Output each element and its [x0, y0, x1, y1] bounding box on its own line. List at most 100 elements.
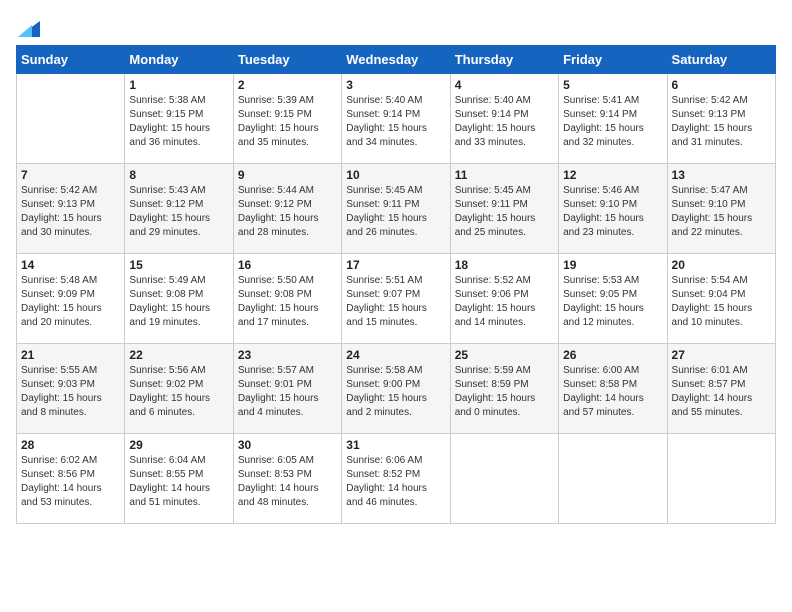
day-number: 15	[129, 258, 228, 272]
calendar-week-row: 7 Sunrise: 5:42 AM Sunset: 9:13 PM Daylig…	[17, 164, 776, 254]
calendar-week-row: 14Sunrise: 5:48 AM Sunset: 9:09 PM Dayli…	[17, 254, 776, 344]
day-info: Sunrise: 5:39 AM Sunset: 9:15 PM Dayligh…	[238, 94, 337, 150]
calendar-cell: 23Sunrise: 5:57 AM Sunset: 9:01 PM Dayli…	[233, 344, 341, 434]
calendar-cell	[667, 434, 775, 524]
calendar-cell: 4 Sunrise: 5:40 AM Sunset: 9:14 PM Daylig…	[450, 74, 558, 164]
day-number: 1	[129, 78, 228, 92]
logo	[16, 16, 40, 39]
day-number: 31	[346, 438, 445, 452]
day-number: 26	[563, 348, 662, 362]
day-number: 11	[455, 168, 554, 182]
calendar-cell: 28 Sunrise: 6:02 AM Sunset: 8:56 PM Dayli…	[17, 434, 125, 524]
logo-text	[16, 16, 40, 39]
day-info: Sunrise: 6:00 AM Sunset: 8:58 PM Dayligh…	[563, 364, 662, 420]
day-info: Sunrise: 5:55 AM Sunset: 9:03 PM Dayligh…	[21, 364, 120, 420]
calendar-cell: 13 Sunrise: 5:47 AM Sunset: 9:10 PM Dayli…	[667, 164, 775, 254]
day-number: 21	[21, 348, 120, 362]
day-number: 23	[238, 348, 337, 362]
day-info: Sunrise: 5:59 AM Sunset: 8:59 PM Dayligh…	[455, 364, 554, 420]
calendar-cell: 18 Sunrise: 5:52 AM Sunset: 9:06 PM Dayli…	[450, 254, 558, 344]
day-number: 16	[238, 258, 337, 272]
day-info: Sunrise: 5:45 AM Sunset: 9:11 PM Dayligh…	[455, 184, 554, 240]
day-info: Sunrise: 5:42 AM Sunset: 9:13 PM Dayligh…	[21, 184, 120, 240]
calendar-cell: 8Sunrise: 5:43 AM Sunset: 9:12 PM Daylig…	[125, 164, 233, 254]
calendar-cell: 27 Sunrise: 6:01 AM Sunset: 8:57 PM Dayli…	[667, 344, 775, 434]
calendar-cell: 11 Sunrise: 5:45 AM Sunset: 9:11 PM Dayli…	[450, 164, 558, 254]
day-info: Sunrise: 6:01 AM Sunset: 8:57 PM Dayligh…	[672, 364, 771, 420]
day-info: Sunrise: 5:56 AM Sunset: 9:02 PM Dayligh…	[129, 364, 228, 420]
logo-icon	[18, 21, 40, 37]
day-info: Sunrise: 6:05 AM Sunset: 8:53 PM Dayligh…	[238, 454, 337, 510]
day-info: Sunrise: 5:43 AM Sunset: 9:12 PM Dayligh…	[129, 184, 228, 240]
day-info: Sunrise: 5:44 AM Sunset: 9:12 PM Dayligh…	[238, 184, 337, 240]
calendar-cell: 30 Sunrise: 6:05 AM Sunset: 8:53 PM Dayli…	[233, 434, 341, 524]
day-info: Sunrise: 5:52 AM Sunset: 9:06 PM Dayligh…	[455, 274, 554, 330]
calendar-cell: 15 Sunrise: 5:49 AM Sunset: 9:08 PM Dayli…	[125, 254, 233, 344]
calendar-cell: 16 Sunrise: 5:50 AM Sunset: 9:08 PM Dayli…	[233, 254, 341, 344]
calendar-cell: 2 Sunrise: 5:39 AM Sunset: 9:15 PM Daylig…	[233, 74, 341, 164]
day-info: Sunrise: 5:50 AM Sunset: 9:08 PM Dayligh…	[238, 274, 337, 330]
calendar-cell: 24 Sunrise: 5:58 AM Sunset: 9:00 PM Dayli…	[342, 344, 450, 434]
calendar-cell: 21 Sunrise: 5:55 AM Sunset: 9:03 PM Dayli…	[17, 344, 125, 434]
calendar-cell: 12 Sunrise: 5:46 AM Sunset: 9:10 PM Dayli…	[559, 164, 667, 254]
day-info: Sunrise: 5:49 AM Sunset: 9:08 PM Dayligh…	[129, 274, 228, 330]
calendar-cell: 9 Sunrise: 5:44 AM Sunset: 9:12 PM Daylig…	[233, 164, 341, 254]
calendar-cell: 17Sunrise: 5:51 AM Sunset: 9:07 PM Dayli…	[342, 254, 450, 344]
calendar-week-row: 1Sunrise: 5:38 AM Sunset: 9:15 PM Daylig…	[17, 74, 776, 164]
day-number: 13	[672, 168, 771, 182]
day-number: 14	[21, 258, 120, 272]
calendar-cell: 10 Sunrise: 5:45 AM Sunset: 9:11 PM Dayli…	[342, 164, 450, 254]
day-number: 25	[455, 348, 554, 362]
day-number: 7	[21, 168, 120, 182]
day-number: 10	[346, 168, 445, 182]
day-info: Sunrise: 6:02 AM Sunset: 8:56 PM Dayligh…	[21, 454, 120, 510]
day-info: Sunrise: 6:06 AM Sunset: 8:52 PM Dayligh…	[346, 454, 445, 510]
weekday-header: Sunday	[17, 46, 125, 74]
day-info: Sunrise: 5:47 AM Sunset: 9:10 PM Dayligh…	[672, 184, 771, 240]
day-number: 12	[563, 168, 662, 182]
calendar-cell: 6 Sunrise: 5:42 AM Sunset: 9:13 PM Daylig…	[667, 74, 775, 164]
calendar-cell: 31 Sunrise: 6:06 AM Sunset: 8:52 PM Dayli…	[342, 434, 450, 524]
day-info: Sunrise: 5:53 AM Sunset: 9:05 PM Dayligh…	[563, 274, 662, 330]
day-number: 2	[238, 78, 337, 92]
calendar-cell	[559, 434, 667, 524]
day-info: Sunrise: 5:46 AM Sunset: 9:10 PM Dayligh…	[563, 184, 662, 240]
day-number: 29	[129, 438, 228, 452]
day-info: Sunrise: 6:04 AM Sunset: 8:55 PM Dayligh…	[129, 454, 228, 510]
calendar-cell: 5 Sunrise: 5:41 AM Sunset: 9:14 PM Daylig…	[559, 74, 667, 164]
weekday-header: Monday	[125, 46, 233, 74]
calendar-cell: 1Sunrise: 5:38 AM Sunset: 9:15 PM Daylig…	[125, 74, 233, 164]
day-number: 3	[346, 78, 445, 92]
day-info: Sunrise: 5:45 AM Sunset: 9:11 PM Dayligh…	[346, 184, 445, 240]
calendar-week-row: 21 Sunrise: 5:55 AM Sunset: 9:03 PM Dayli…	[17, 344, 776, 434]
day-number: 27	[672, 348, 771, 362]
day-number: 18	[455, 258, 554, 272]
day-info: Sunrise: 5:54 AM Sunset: 9:04 PM Dayligh…	[672, 274, 771, 330]
weekday-header: Thursday	[450, 46, 558, 74]
day-number: 22	[129, 348, 228, 362]
calendar-week-row: 28 Sunrise: 6:02 AM Sunset: 8:56 PM Dayli…	[17, 434, 776, 524]
day-info: Sunrise: 5:41 AM Sunset: 9:14 PM Dayligh…	[563, 94, 662, 150]
calendar-cell: 25 Sunrise: 5:59 AM Sunset: 8:59 PM Dayli…	[450, 344, 558, 434]
calendar-table: SundayMondayTuesdayWednesdayThursdayFrid…	[16, 45, 776, 524]
page-header	[16, 16, 776, 39]
day-number: 4	[455, 78, 554, 92]
day-number: 9	[238, 168, 337, 182]
calendar-cell: 7 Sunrise: 5:42 AM Sunset: 9:13 PM Daylig…	[17, 164, 125, 254]
day-number: 5	[563, 78, 662, 92]
day-number: 19	[563, 258, 662, 272]
day-number: 30	[238, 438, 337, 452]
day-number: 17	[346, 258, 445, 272]
day-info: Sunrise: 5:58 AM Sunset: 9:00 PM Dayligh…	[346, 364, 445, 420]
weekday-header: Tuesday	[233, 46, 341, 74]
calendar-cell: 26 Sunrise: 6:00 AM Sunset: 8:58 PM Dayli…	[559, 344, 667, 434]
weekday-header: Friday	[559, 46, 667, 74]
day-number: 28	[21, 438, 120, 452]
day-info: Sunrise: 5:40 AM Sunset: 9:14 PM Dayligh…	[455, 94, 554, 150]
day-number: 6	[672, 78, 771, 92]
day-info: Sunrise: 5:42 AM Sunset: 9:13 PM Dayligh…	[672, 94, 771, 150]
day-info: Sunrise: 5:40 AM Sunset: 9:14 PM Dayligh…	[346, 94, 445, 150]
calendar-cell: 3 Sunrise: 5:40 AM Sunset: 9:14 PM Daylig…	[342, 74, 450, 164]
day-number: 24	[346, 348, 445, 362]
calendar-cell: 29 Sunrise: 6:04 AM Sunset: 8:55 PM Dayli…	[125, 434, 233, 524]
